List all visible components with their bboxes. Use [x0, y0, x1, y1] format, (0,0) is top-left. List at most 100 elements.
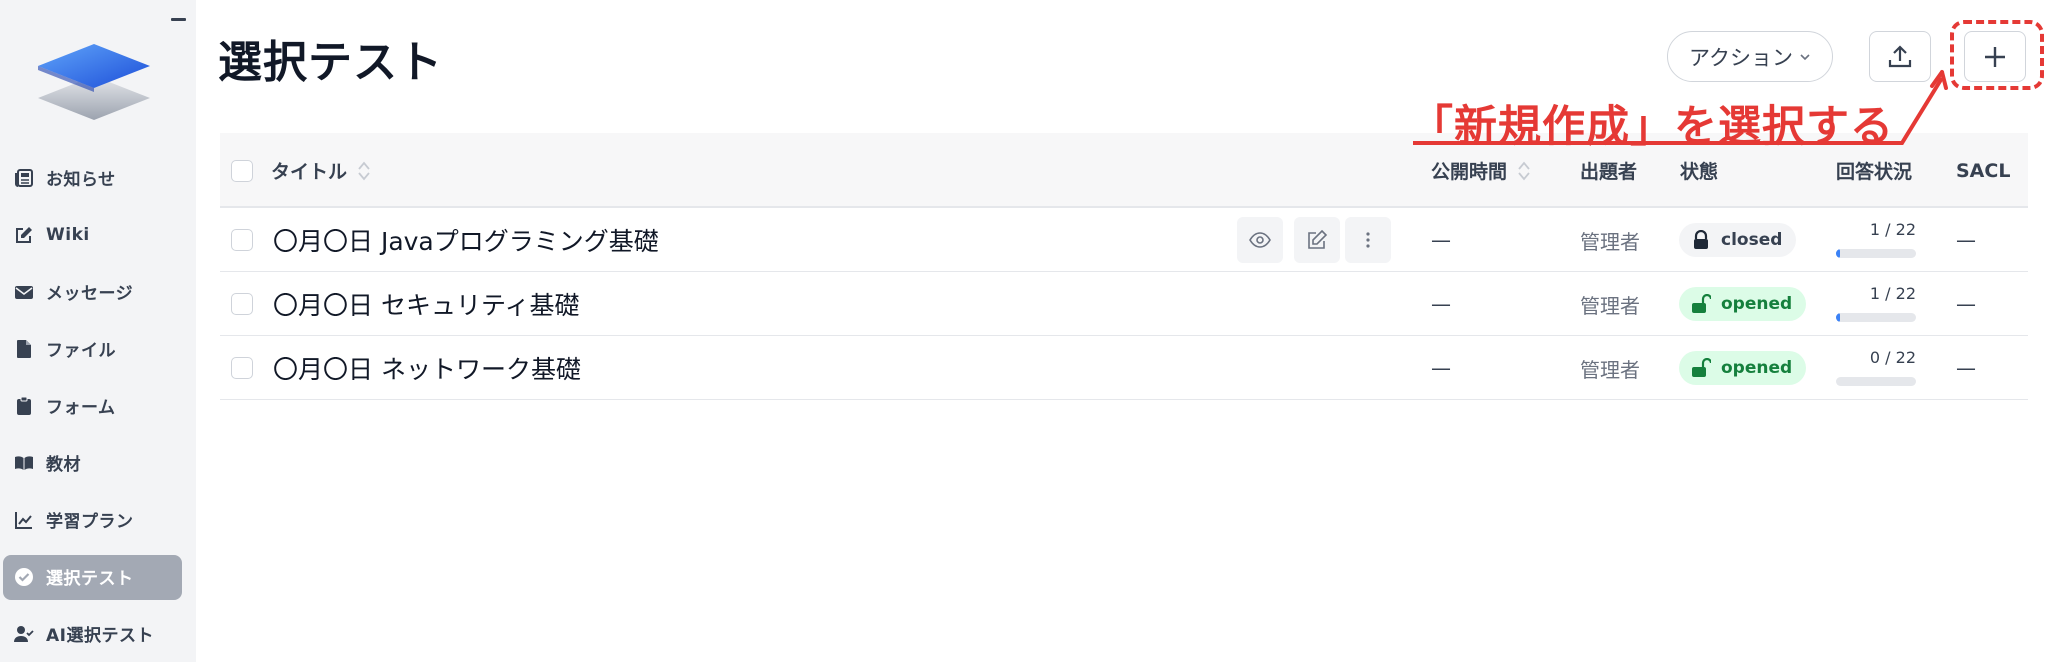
answers-progress: 0 / 22 — [1836, 336, 1916, 400]
select-all-checkbox[interactable] — [231, 159, 253, 182]
row-checkbox[interactable] — [231, 357, 253, 379]
app-root: お知らせ Wiki メッセージ ファイル フォーム 教材 学習プラン 選択テスト… — [0, 0, 2048, 662]
user-check-icon — [14, 624, 34, 644]
book-icon — [14, 453, 34, 473]
edit-button[interactable] — [1294, 217, 1340, 263]
answers-cell: 0 / 22 — [1836, 336, 1916, 400]
sort-icon — [1518, 161, 1530, 180]
progress-fill — [1836, 313, 1840, 322]
status-label: opened — [1721, 358, 1793, 378]
column-status-label: 状態 — [1680, 161, 1719, 183]
column-published-label: 公開時間 — [1431, 161, 1508, 183]
newspaper-icon — [14, 168, 34, 188]
sidebar-item-messages[interactable]: メッセージ — [0, 263, 196, 320]
action-dropdown-label: アクション — [1689, 45, 1793, 70]
app-logo — [38, 44, 150, 120]
column-title-label: タイトル — [271, 161, 348, 183]
progress-track — [1836, 377, 1916, 386]
more-options-button[interactable] — [1345, 217, 1391, 263]
answers-count: 1 / 22 — [1869, 220, 1916, 239]
upload-icon — [1888, 44, 1912, 67]
page-title: 選択テスト — [218, 37, 443, 88]
sidebar-item-ai-choice-test[interactable]: AI選択テスト — [0, 605, 196, 662]
more-vertical-icon — [1366, 232, 1370, 248]
answers-cell: 1 / 22 — [1836, 208, 1916, 272]
sidebar-item-wiki[interactable]: Wiki — [0, 206, 196, 263]
sacl-value: — — [1956, 292, 1976, 316]
sacl-value: — — [1956, 228, 1976, 252]
answers-count: 0 / 22 — [1869, 348, 1916, 367]
column-sacl-label: SACL — [1956, 159, 2011, 182]
status-cell: closed — [1679, 208, 1797, 272]
test-title[interactable]: 〇月〇日 セキュリティ基礎 — [273, 272, 579, 336]
status-badge: opened — [1679, 351, 1807, 385]
sidebar-item-label: Wiki — [46, 224, 90, 245]
row-checkbox[interactable] — [231, 293, 253, 315]
sidebar-item-label: 教材 — [46, 455, 81, 475]
preview-button[interactable] — [1237, 217, 1283, 263]
published-time: — — [1431, 228, 1451, 252]
sidebar-item-materials[interactable]: 教材 — [0, 434, 196, 491]
lock-icon — [1694, 230, 1708, 249]
tests-table: タイトル 公開時間 出題者 状態 回答状況 SACL 〇月〇日 Javaプログラ… — [220, 133, 2028, 400]
answers-progress: 1 / 22 — [1836, 208, 1916, 272]
sidebar: お知らせ Wiki メッセージ ファイル フォーム 教材 学習プラン 選択テスト… — [0, 0, 196, 662]
row-select-cell — [231, 272, 253, 336]
row-select-cell — [231, 336, 253, 400]
unlock-icon — [1692, 358, 1711, 377]
test-title[interactable]: 〇月〇日 ネットワーク基礎 — [273, 336, 581, 400]
row-select-cell — [231, 208, 253, 272]
table-row[interactable]: 〇月〇日 Javaプログラミング基礎 — 管理者 closed 1 / 22 — — [220, 208, 2028, 272]
sidebar-nav: お知らせ Wiki メッセージ ファイル フォーム 教材 学習プラン 選択テスト… — [0, 149, 196, 662]
status-cell: opened — [1679, 336, 1807, 400]
author-name: 管理者 — [1580, 357, 1640, 382]
edit-icon — [1308, 229, 1328, 249]
status-cell: opened — [1679, 272, 1807, 336]
status-badge: opened — [1679, 287, 1807, 321]
column-sacl-header: SACL — [1956, 133, 2010, 208]
column-answers-label: 回答状況 — [1836, 161, 1913, 183]
row-checkbox[interactable] — [231, 229, 253, 251]
sidebar-item-label: ファイル — [46, 341, 116, 361]
progress-track — [1836, 313, 1916, 322]
sidebar-item-news[interactable]: お知らせ — [0, 149, 196, 206]
sidebar-item-files[interactable]: ファイル — [0, 320, 196, 377]
status-label: closed — [1721, 230, 1783, 250]
author-name: 管理者 — [1580, 293, 1640, 318]
progress-track — [1836, 249, 1916, 258]
published-time: — — [1431, 356, 1451, 380]
answers-count: 1 / 22 — [1869, 284, 1916, 303]
column-author-label: 出題者 — [1580, 161, 1638, 183]
answers-cell: 1 / 22 — [1836, 272, 1916, 336]
table-row[interactable]: 〇月〇日 ネットワーク基礎 — 管理者 opened 0 / 22 — — [220, 336, 2028, 400]
answers-progress: 1 / 22 — [1836, 272, 1916, 336]
envelope-icon — [14, 282, 34, 302]
sidebar-item-learning-plan[interactable]: 学習プラン — [0, 491, 196, 548]
check-circle-icon — [14, 567, 34, 587]
sidebar-item-label: フォーム — [46, 398, 116, 418]
test-title[interactable]: 〇月〇日 Javaプログラミング基礎 — [273, 208, 659, 272]
sidebar-item-label: AI選択テスト — [46, 626, 154, 646]
status-badge: closed — [1679, 223, 1797, 257]
annotation-text: 「新規作成」を選択する — [1410, 102, 1894, 152]
sidebar-item-label: お知らせ — [46, 170, 116, 190]
sidebar-item-label: 学習プラン — [46, 512, 134, 532]
edit-icon — [14, 225, 34, 245]
file-icon — [14, 339, 34, 359]
clipboard-icon — [14, 396, 34, 416]
sidebar-collapse-button[interactable] — [170, 12, 188, 26]
chart-line-icon — [14, 510, 34, 530]
eye-icon — [1249, 232, 1271, 248]
sidebar-item-forms[interactable]: フォーム — [0, 377, 196, 434]
sidebar-item-label: メッセージ — [46, 284, 134, 304]
upload-button[interactable] — [1869, 31, 1931, 82]
sidebar-item-choice-test[interactable]: 選択テスト — [0, 548, 196, 605]
annotation-highlight-box — [1950, 20, 2044, 90]
action-dropdown-button[interactable]: アクション — [1667, 31, 1833, 82]
status-label: opened — [1721, 294, 1793, 314]
chevron-down-icon — [1800, 53, 1810, 60]
column-title-header[interactable]: タイトル — [271, 133, 371, 208]
author-name: 管理者 — [1580, 229, 1640, 254]
table-row[interactable]: 〇月〇日 セキュリティ基礎 — 管理者 opened 1 / 22 — — [220, 272, 2028, 336]
progress-fill — [1836, 249, 1840, 258]
